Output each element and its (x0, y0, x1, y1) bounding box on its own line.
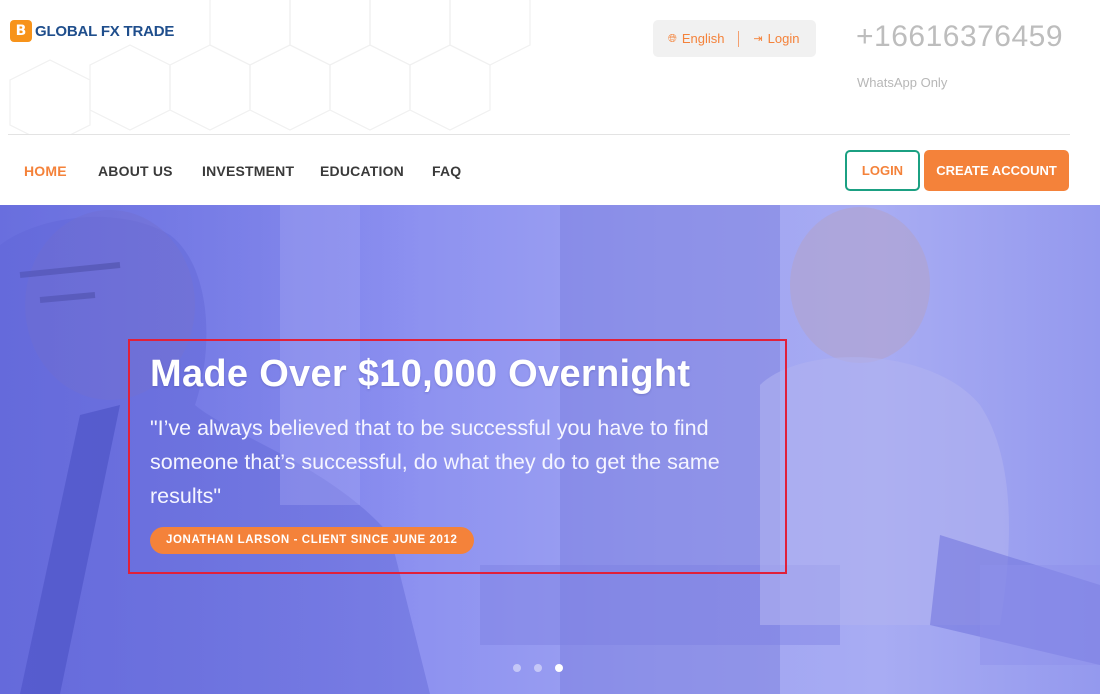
site-logo[interactable]: B GLOBAL FX TRADE (10, 20, 174, 42)
bitcoin-icon: B (10, 20, 32, 42)
create-account-button[interactable]: CREATE ACCOUNT (924, 150, 1069, 191)
testimonial-highlight: Made Over $10,000 Overnight "I’ve always… (128, 339, 787, 574)
top-login-link[interactable]: ⇥ Login (753, 31, 799, 46)
phone-number: +16616376459 (856, 20, 1064, 53)
login-button[interactable]: LOGIN (845, 150, 920, 191)
language-selector[interactable]: 🌐︎ English (668, 31, 724, 46)
phone-note: WhatsApp Only (857, 75, 948, 90)
sign-in-icon: ⇥ (753, 32, 763, 45)
slider-dot-2[interactable] (534, 664, 542, 672)
separator (738, 30, 740, 47)
hero-slider: Made Over $10,000 Overnight "I’ve always… (0, 205, 1100, 694)
nav-item-home[interactable]: HOME (24, 163, 67, 179)
top-bar: B GLOBAL FX TRADE 🌐︎ English ⇥ Login +16… (0, 0, 1100, 134)
testimonial-quote: "I’ve always believed that to be success… (150, 416, 720, 508)
language-label: English (681, 31, 725, 46)
nav-item-education[interactable]: EDUCATION (320, 163, 404, 179)
top-login-label: Login (767, 31, 800, 46)
slider-dot-3[interactable] (555, 664, 563, 672)
globe-icon: 🌐︎ (668, 31, 677, 45)
slider-dot-1[interactable] (513, 664, 521, 672)
nav-item-faq[interactable]: FAQ (432, 163, 461, 179)
slider-dots (513, 664, 576, 672)
language-login-box: 🌐︎ English ⇥ Login (653, 20, 816, 57)
hero-title: Made Over $10,000 Overnight (150, 353, 691, 395)
nav-item-investment[interactable]: INVESTMENT (202, 163, 294, 179)
main-nav: HOME ABOUT US INVESTMENT EDUCATION FAQ L… (0, 135, 1100, 205)
nav-item-about-us[interactable]: ABOUT US (98, 163, 173, 179)
client-badge: JONATHAN LARSON - CLIENT SINCE JUNE 2012 (150, 527, 474, 554)
site-name: GLOBAL FX TRADE (35, 22, 175, 40)
